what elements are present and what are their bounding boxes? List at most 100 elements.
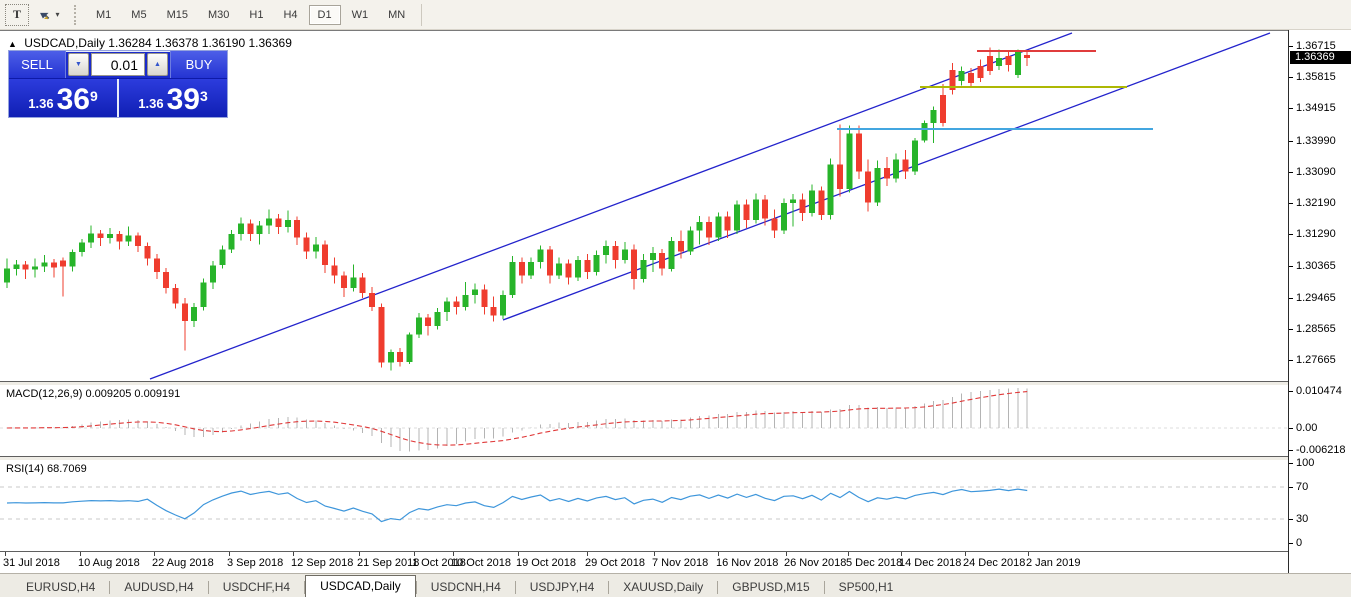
axis-tick-mark: [1289, 463, 1293, 464]
date-tick-mark: [965, 552, 966, 556]
current-price-badge: 1.36369: [1290, 51, 1351, 64]
timeframe-button-m15[interactable]: M15: [158, 5, 197, 25]
rsi-canvas[interactable]: [0, 460, 1288, 551]
chart-tab-sp500-h1[interactable]: SP500,H1: [825, 578, 908, 597]
date-label: 12 Sep 2018: [291, 557, 354, 569]
rsi-indicator-panel[interactable]: RSI(14) 68.7069: [0, 460, 1288, 551]
timeframe-button-mn[interactable]: MN: [379, 5, 414, 25]
axis-tick-mark: [1289, 203, 1293, 205]
chevron-down-icon: ▾: [55, 10, 60, 19]
chart-tab-gbpusd-m15[interactable]: GBPUSD,M15: [718, 578, 823, 597]
axis-tick-mark: [1289, 519, 1293, 520]
axis-value-label: 1.35815: [1296, 71, 1336, 84]
top-toolbar: T ▾ M1 M5 M15 M30 H1 H4 D1 W1 MN: [0, 0, 1351, 30]
macd-indicator-panel[interactable]: MACD(12,26,9) 0.009205 0.009191: [0, 385, 1288, 456]
axis-value-label: 1.27665: [1296, 354, 1336, 367]
rsi-label: RSI(14) 68.7069: [6, 463, 87, 475]
date-label: 26 Nov 2018: [784, 557, 847, 569]
buy-price-pips: 39: [166, 83, 200, 116]
timeframe-button-m30[interactable]: M30: [199, 5, 238, 25]
date-label: 21 Sep 2018: [357, 557, 420, 569]
chart-tab-usdcnh-h4[interactable]: USDCNH,H4: [417, 578, 515, 597]
date-tick-mark: [518, 552, 519, 556]
price-axis[interactable]: 1.36369 1.36715 1.35815 1.34915 1.33990 1.33…: [1288, 30, 1351, 573]
date-tick-mark: [80, 552, 81, 556]
chart-tab-eurusd-h4[interactable]: EURUSD,H4: [12, 578, 109, 597]
date-tick-mark: [901, 552, 902, 556]
date-label: 19 Oct 2018: [516, 557, 576, 569]
chart-tab-usdcad-daily[interactable]: USDCAD,Daily: [305, 575, 416, 597]
date-label: 31 Jul 2018: [3, 557, 60, 569]
timeframe-button-h4[interactable]: H4: [274, 5, 306, 25]
chart-ohlc-header: ▲ USDCAD,Daily 1.36284 1.36378 1.36190 1…: [8, 36, 292, 50]
volume-increase-button[interactable]: ▲: [147, 53, 168, 76]
date-label: 16 Nov 2018: [716, 557, 779, 569]
axis-tick-mark: [1289, 140, 1293, 142]
date-tick-mark: [786, 552, 787, 556]
chart-tab-usdjpy-h4[interactable]: USDJPY,H4: [516, 578, 608, 597]
volume-field-box: [91, 53, 145, 76]
axis-value-label: 0: [1296, 537, 1303, 549]
buy-button[interactable]: BUY: [170, 51, 227, 78]
axis-value-label: -0.006218: [1296, 443, 1346, 456]
timeframe-button-h1[interactable]: H1: [240, 5, 272, 25]
date-tick-mark: [453, 552, 454, 556]
rsi-line: [6, 488, 1028, 523]
timeframe-button-m1[interactable]: M1: [87, 5, 120, 25]
volume-input[interactable]: [92, 54, 144, 75]
date-tick-mark: [293, 552, 294, 556]
toolbar-grip-handle[interactable]: [74, 4, 80, 25]
date-tick-mark: [414, 552, 415, 556]
axis-tick-mark: [1289, 266, 1293, 268]
date-axis[interactable]: 31 Jul 2018 10 Aug 2018 22 Aug 2018 3 Sep 2…: [0, 551, 1288, 574]
chart-symbol-timeframe: USDCAD,Daily: [24, 36, 105, 50]
timeframe-button-w1[interactable]: W1: [343, 5, 378, 25]
timeframe-button-d1[interactable]: D1: [308, 4, 341, 25]
chart-tab-usdchf-h4[interactable]: USDCHF,H4: [209, 578, 304, 597]
sell-button[interactable]: SELL: [9, 51, 66, 78]
buy-price-display[interactable]: 1.36 39 3: [119, 79, 227, 117]
date-tick-mark: [654, 552, 655, 556]
timeframe-button-m5[interactable]: M5: [122, 5, 155, 25]
timeframe-button-group: M1 M5 M15 M30 H1 H4 D1 W1 MN: [86, 0, 415, 29]
date-label: 7 Nov 2018: [652, 557, 709, 569]
sell-price-pips: 36: [56, 83, 90, 116]
date-tick-mark: [359, 552, 360, 556]
date-tick-mark: [229, 552, 230, 556]
arrows-icon: [40, 12, 50, 19]
ohlc-low: 1.36190: [201, 36, 246, 50]
axis-value-label: 1.30365: [1296, 260, 1336, 273]
date-tick-mark: [5, 552, 6, 556]
axis-tick-mark: [1289, 46, 1293, 47]
macd-canvas[interactable]: [0, 385, 1288, 456]
axis-tick-mark: [1289, 543, 1293, 544]
axis-value-label: 1.31290: [1296, 228, 1336, 241]
axis-value-label: 100: [1296, 457, 1315, 469]
text-label-tool-icon[interactable]: T: [5, 3, 29, 26]
axis-value-label: 1.33990: [1296, 134, 1336, 147]
volume-decrease-button[interactable]: ▼: [68, 53, 89, 76]
collapse-panel-icon[interactable]: ▲: [8, 39, 17, 49]
axis-value-label: 70: [1296, 481, 1309, 493]
trading-terminal-window: T ▾ M1 M5 M15 M30 H1 H4 D1 W1 MN MACD(12,26,9) 0…: [0, 0, 1351, 597]
ohlc-close: 1.36369: [248, 36, 292, 50]
axis-value-label: 1.28565: [1296, 322, 1336, 335]
axis-value-label: 30: [1296, 513, 1309, 525]
axis-tick-mark: [1289, 449, 1293, 451]
sell-price-prefix: 1.36: [28, 96, 54, 111]
horizontal-level-lines[interactable]: [837, 50, 1153, 130]
toolbar-separator: [421, 3, 423, 26]
trendlines[interactable]: [149, 32, 1271, 380]
axis-value-label: 1.32190: [1296, 197, 1336, 210]
date-label: 2 Jan 2019: [1026, 557, 1081, 569]
arrow-objects-dropdown[interactable]: ▾: [34, 5, 64, 25]
sell-price-display[interactable]: 1.36 36 9: [9, 79, 119, 117]
sell-price-point: 9: [89, 88, 98, 104]
axis-value-label: 1.33090: [1296, 165, 1336, 178]
date-label: 10 Oct 2018: [451, 557, 511, 569]
chart-tab-audusd-h4[interactable]: AUDUSD,H4: [110, 578, 207, 597]
chart-tab-xauusd-daily[interactable]: XAUUSD,Daily: [609, 578, 717, 597]
axis-tick-mark: [1289, 77, 1293, 79]
axis-tick-mark: [1289, 171, 1293, 173]
date-tick-mark: [718, 552, 719, 556]
